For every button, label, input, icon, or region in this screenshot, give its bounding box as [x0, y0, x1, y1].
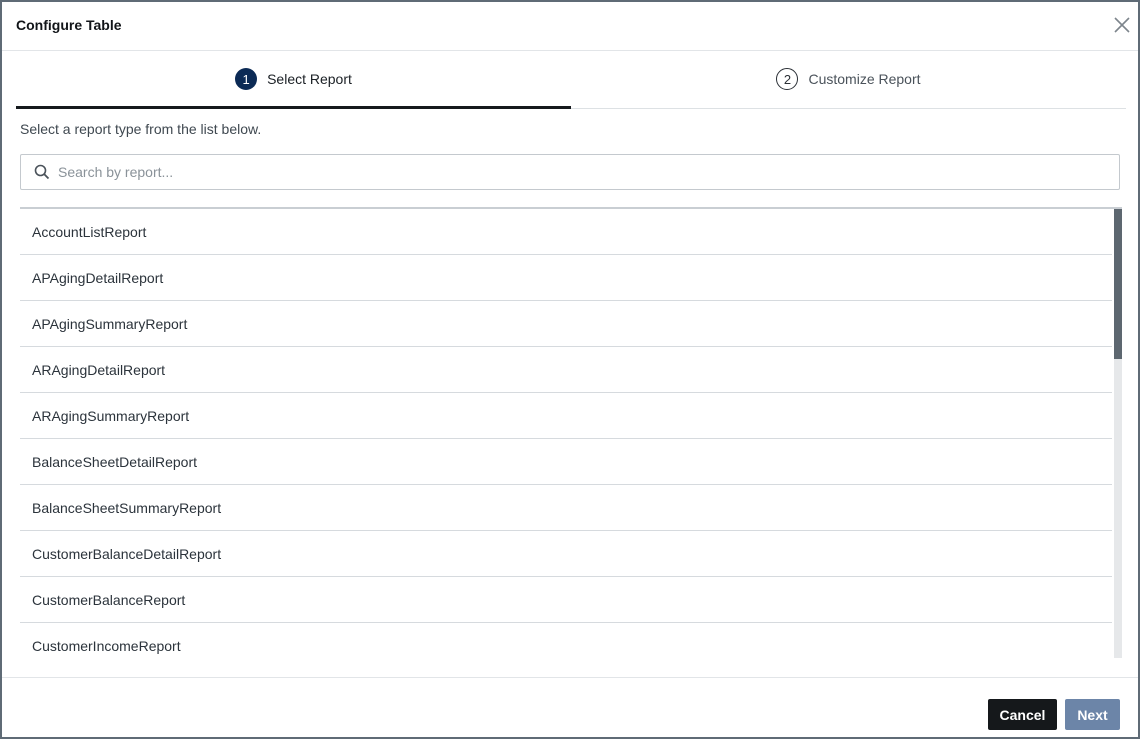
- step-divider: [571, 108, 1126, 109]
- dialog-footer: Cancel Next: [2, 677, 1138, 739]
- report-list-container: AccountListReport APAgingDetailReport APAg…: [20, 207, 1122, 658]
- step-label: Select Report: [267, 71, 352, 87]
- close-icon: [1114, 17, 1130, 33]
- search-input[interactable]: [58, 157, 1119, 187]
- report-list-item[interactable]: APAgingDetailReport: [20, 255, 1112, 301]
- report-list-item[interactable]: AccountListReport: [20, 209, 1112, 255]
- next-button[interactable]: Next: [1065, 699, 1120, 730]
- report-list-item[interactable]: APAgingSummaryReport: [20, 301, 1112, 347]
- dialog-title: Configure Table: [16, 17, 122, 33]
- search-icon: [34, 164, 50, 180]
- report-list-item[interactable]: BalanceSheetDetailReport: [20, 439, 1112, 485]
- step-number-badge: 2: [776, 68, 799, 90]
- dialog-header: Configure Table: [2, 2, 1138, 51]
- report-list-item[interactable]: CustomerBalanceDetailReport: [20, 531, 1112, 577]
- active-step-indicator: [16, 106, 571, 109]
- report-list: AccountListReport APAgingDetailReport APAg…: [20, 209, 1112, 658]
- stepper: 1 Select Report 2 Customize Report: [16, 51, 1128, 109]
- search-field[interactable]: [20, 154, 1120, 190]
- report-list-item[interactable]: ARAgingSummaryReport: [20, 393, 1112, 439]
- scrollbar-thumb[interactable]: [1114, 209, 1122, 359]
- report-list-item[interactable]: CustomerBalanceReport: [20, 577, 1112, 623]
- report-list-item[interactable]: ARAgingDetailReport: [20, 347, 1112, 393]
- report-list-item[interactable]: BalanceSheetSummaryReport: [20, 485, 1112, 531]
- scrollbar[interactable]: [1114, 209, 1122, 658]
- configure-table-dialog: Configure Table 1 Select Report 2 Custom…: [0, 0, 1140, 739]
- report-list-item[interactable]: CustomerIncomeReport: [20, 623, 1112, 658]
- instruction-text: Select a report type from the list below…: [20, 121, 262, 137]
- step-label: Customize Report: [808, 71, 921, 87]
- step-customize-report[interactable]: 2 Customize Report: [571, 51, 1126, 109]
- step-select-report[interactable]: 1 Select Report: [16, 51, 571, 109]
- step-number-badge: 1: [235, 68, 258, 90]
- close-button[interactable]: [1112, 15, 1132, 35]
- cancel-button[interactable]: Cancel: [988, 699, 1057, 730]
